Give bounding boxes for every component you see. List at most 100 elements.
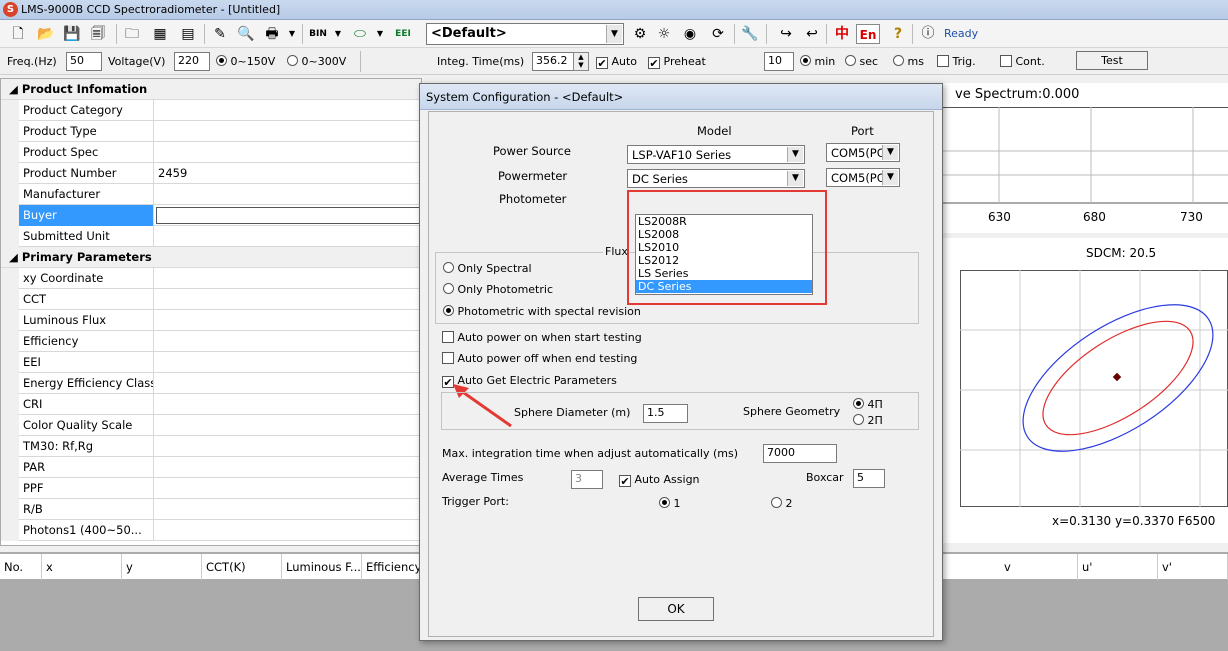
column-header[interactable]: v' (1158, 554, 1228, 580)
time-value-input[interactable]: 10 (764, 52, 794, 71)
photometric-spectral-revision-radio[interactable]: Photometric with spectal revision (443, 305, 641, 318)
dialog-title-bar[interactable]: System Configuration - <Default> (420, 84, 942, 110)
property-value[interactable] (154, 100, 421, 121)
trig-checkbox[interactable]: Trig. (937, 55, 976, 68)
property-value[interactable]: 2459 (154, 163, 421, 184)
average-times-input[interactable]: 3 (571, 470, 603, 489)
eei-icon[interactable]: EEI (393, 24, 413, 44)
property-value[interactable] (154, 394, 421, 415)
column-header[interactable]: u' (1078, 554, 1158, 580)
sphere-diameter-input[interactable]: 1.5 (643, 404, 688, 423)
column-header[interactable]: Luminous F... (282, 554, 362, 580)
freq-input[interactable]: 50 (66, 52, 102, 71)
property-value[interactable] (154, 310, 421, 331)
lamp-icon[interactable]: ◉ (680, 24, 700, 44)
property-value[interactable] (154, 415, 421, 436)
auto-assign-checkbox[interactable]: ✔ Auto Assign (619, 473, 700, 487)
property-row[interactable]: Product Number 2459 (1, 163, 421, 184)
integ-time-input[interactable]: 356.2 (532, 52, 574, 71)
test-button[interactable]: Test (1076, 51, 1148, 70)
open-folder-icon[interactable]: 📂 (36, 24, 56, 44)
column-header[interactable]: v (1000, 554, 1078, 580)
cont-checkbox[interactable]: Cont. (1000, 55, 1045, 68)
preheat-checkbox[interactable]: ✔ Preheat (648, 55, 706, 69)
new-file-icon[interactable]: 🗋 (8, 24, 28, 44)
property-row[interactable]: Product Type (1, 121, 421, 142)
integ-time-spinner[interactable]: ▲ ▼ (573, 52, 589, 71)
property-value[interactable] (154, 331, 421, 352)
property-value[interactable] (154, 184, 421, 205)
auto-power-off-checkbox[interactable]: Auto power off when end testing (442, 352, 637, 365)
ms-radio[interactable]: ms (893, 55, 924, 68)
ok-button[interactable]: OK (638, 597, 714, 621)
property-row[interactable]: Product Spec (1, 142, 421, 163)
print-icon[interactable]: 🖶 (262, 24, 282, 44)
redo-icon[interactable]: ↪ (776, 24, 796, 44)
power-source-port-select[interactable]: COM5(PC ▼ (826, 143, 900, 162)
property-value[interactable] (154, 121, 421, 142)
range-150-radio[interactable]: 0~150V (216, 55, 275, 68)
property-row[interactable]: xy Coordinate (1, 268, 421, 289)
chevron-down-icon[interactable]: ▼ (282, 24, 302, 44)
sun-icon[interactable]: ☼ (654, 24, 674, 44)
geometry-4pi-radio[interactable]: 4Π (853, 398, 883, 411)
only-photometric-radio[interactable]: Only Photometric (443, 283, 553, 296)
help-icon[interactable]: ? (888, 24, 908, 44)
property-value[interactable] (154, 520, 421, 541)
property-value[interactable] (154, 226, 421, 247)
property-row[interactable]: CCT (1, 289, 421, 310)
powermeter-select[interactable]: DC Series ▼ (627, 169, 805, 188)
sec-radio[interactable]: sec (845, 55, 878, 68)
chevron-down-icon[interactable]: ▼ (328, 24, 348, 44)
property-value[interactable] (154, 457, 421, 478)
folder-icon[interactable]: 🗀 (122, 24, 142, 44)
save-all-icon[interactable]: 🗐 (88, 24, 108, 44)
property-row[interactable]: CRI (1, 394, 421, 415)
max-integ-input[interactable]: 7000 (763, 444, 837, 463)
profile-select[interactable]: <Default> ▼ (426, 23, 624, 45)
property-row[interactable]: Energy Efficiency Class (1, 373, 421, 394)
primary-params-group[interactable]: ◢ Primary Parameters (1, 247, 421, 268)
table-icon[interactable]: ▤ (178, 24, 198, 44)
trigger-port-1-radio[interactable]: 1 (659, 497, 681, 510)
trigger-port-2-radio[interactable]: 2 (771, 497, 793, 510)
voltage-input[interactable]: 220 (174, 52, 210, 71)
column-header[interactable]: CCT(K) (202, 554, 282, 580)
property-value[interactable] (154, 268, 421, 289)
report-icon[interactable]: ✎ (210, 24, 230, 44)
column-header[interactable]: Efficiency (362, 554, 422, 580)
property-row[interactable]: Color Quality Scale (1, 415, 421, 436)
lang-english-button[interactable]: En (856, 24, 880, 44)
powermeter-port-select[interactable]: COM5(PC ▼ (826, 168, 900, 187)
property-row[interactable]: EEI (1, 352, 421, 373)
collapse-icon[interactable]: ◢ (9, 250, 22, 264)
min-radio[interactable]: min (800, 55, 835, 68)
property-row[interactable]: R/B (1, 499, 421, 520)
property-row[interactable]: Submitted Unit (1, 226, 421, 247)
collapse-icon[interactable]: ◢ (9, 82, 22, 96)
property-row[interactable]: Photons1 (400~50... (1, 520, 421, 541)
refresh-icon[interactable]: ⟳ (708, 24, 728, 44)
property-row[interactable]: PAR (1, 457, 421, 478)
property-value[interactable] (154, 478, 421, 499)
excel-icon[interactable]: ▦ (150, 24, 170, 44)
property-value[interactable] (154, 289, 421, 310)
only-spectral-radio[interactable]: Only Spectral (443, 262, 532, 275)
property-value[interactable] (154, 142, 421, 163)
save-icon[interactable]: 💾 (62, 24, 82, 44)
column-header[interactable]: No. (0, 554, 42, 580)
print-preview-icon[interactable]: 🔍 (236, 24, 256, 44)
property-value[interactable] (154, 373, 421, 394)
bin-icon[interactable]: BIN (308, 24, 328, 44)
property-value[interactable] (154, 436, 421, 457)
undo-icon[interactable]: ↩ (802, 24, 822, 44)
auto-power-on-checkbox[interactable]: Auto power on when start testing (442, 331, 642, 344)
column-header[interactable]: y (122, 554, 202, 580)
settings-icon[interactable]: ⚙ (630, 24, 650, 44)
property-row[interactable]: Manufacturer (1, 184, 421, 205)
property-row[interactable]: Efficiency (1, 331, 421, 352)
column-header[interactable]: x (42, 554, 122, 580)
chevron-down-icon[interactable]: ▼ (370, 24, 390, 44)
property-row[interactable]: Product Category (1, 100, 421, 121)
property-row[interactable]: TM30: Rf,Rg (1, 436, 421, 457)
